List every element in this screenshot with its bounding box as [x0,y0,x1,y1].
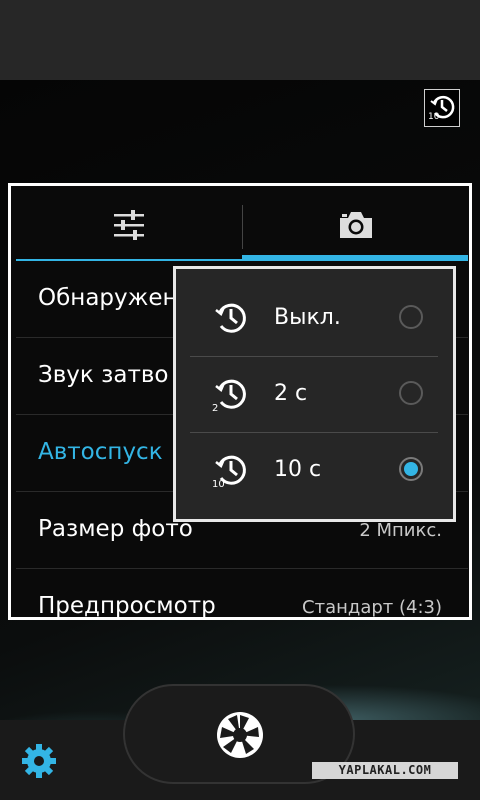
gear-icon[interactable] [20,742,58,780]
timer-icon [215,379,246,409]
timer-icon [215,303,246,333]
setting-row-preview[interactable]: Предпросмотр Стандарт (4:3) [16,569,468,619]
setting-label: Предпросмотр [38,593,216,619]
radio-button[interactable] [399,305,423,329]
self-timer-popup: Выкл. 2 2 с 10 10 с [173,266,456,522]
tab-camera-settings[interactable] [242,191,468,261]
timer-icon-number: 2 [212,403,219,414]
timer-option-label: 2 с [274,381,308,406]
setting-label: Звук затво [38,362,169,388]
timer-option-2s[interactable]: 2 2 с [190,357,438,433]
self-timer-indicator[interactable]: 10 [424,89,460,127]
timer-indicator-value: 10 [428,112,440,122]
timer-option-label: 10 с [274,457,322,482]
setting-label: Автоспуск [38,439,163,465]
shutter-icon [217,712,263,758]
camera-icon [340,212,372,238]
settings-tabs [16,191,468,261]
tab-general-settings[interactable] [16,191,242,261]
sliders-icon [114,210,144,240]
timer-option-10s[interactable]: 10 10 с [190,433,438,509]
timer-option-label: Выкл. [274,305,341,330]
radio-button-selected[interactable] [399,457,423,481]
top-bar [0,0,480,80]
setting-value: 2 Мпикс. [359,520,442,541]
radio-button[interactable] [399,381,423,405]
setting-value: Стандарт (4:3) [302,597,442,618]
timer-icon-number: 10 [212,479,225,490]
timer-option-off[interactable]: Выкл. [190,281,438,357]
setting-label: Обнаружен [38,285,178,311]
setting-label: Размер фото [38,516,193,542]
watermark: YAPLAKAL.COM [312,762,458,779]
